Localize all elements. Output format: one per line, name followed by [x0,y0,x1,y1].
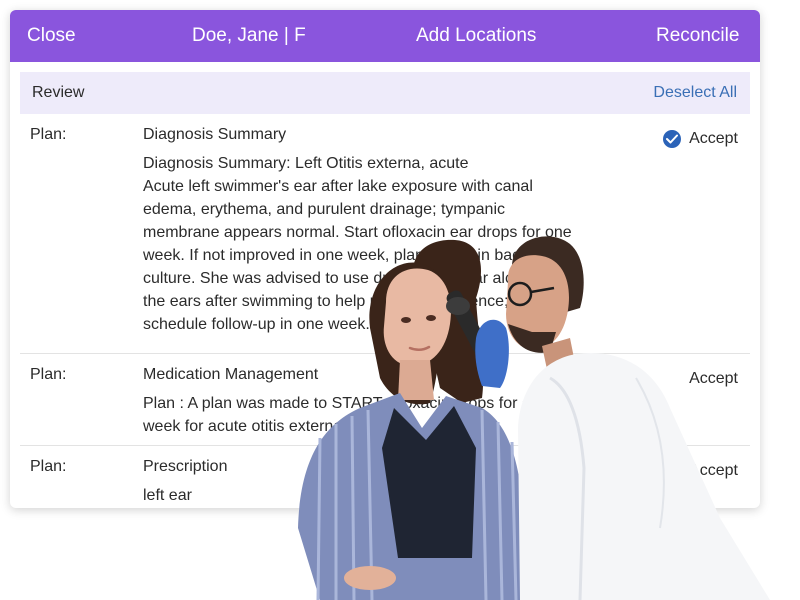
patient-label: Doe, Jane | F [192,25,306,46]
clinician-examining-patient-ear-photo [298,236,770,600]
close-button[interactable]: Close [27,25,76,47]
deselect-all-link[interactable]: Deselect All [653,84,737,102]
row-title: Prescription [143,458,228,475]
review-title: Review [32,84,85,101]
row-label: Plan: [30,458,67,475]
accept-label: Accept [689,130,738,147]
row-label: Plan: [30,126,67,143]
accept-toggle-diagnosis[interactable]: Accept [663,130,738,148]
row-body-line: Acute left swimmer's ear after lake expo… [143,178,533,195]
row-title: Diagnosis Summary [143,126,287,143]
top-bar: Close Doe, Jane | F Add Locations Reconc… [10,10,760,62]
review-header: Review Deselect All [20,72,750,114]
reconcile-button[interactable]: Reconcile [656,25,739,47]
check-circle-icon [663,130,682,148]
row-body-line: edema, erythema, and purulent drainage; … [143,201,505,218]
add-locations-button[interactable]: Add Locations [416,25,536,47]
row-label: Plan: [30,366,67,383]
row-body-line: Diagnosis Summary: Left Otitis externa, … [143,155,469,172]
